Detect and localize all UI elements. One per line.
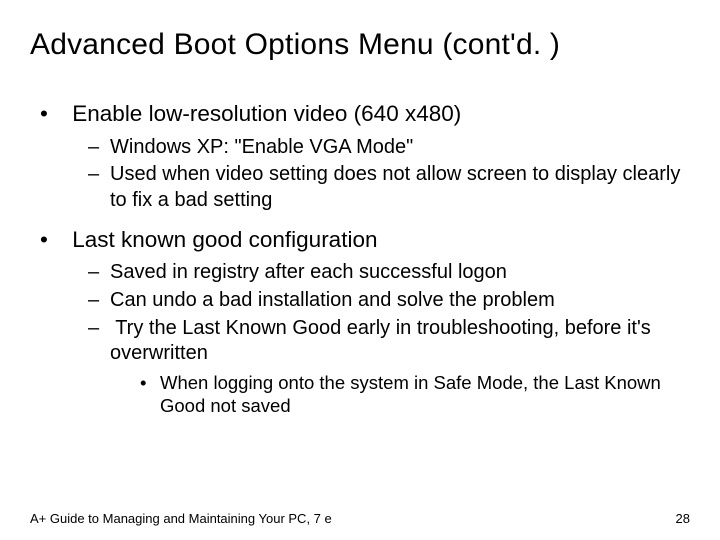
bullet-list-level1: Enable low-resolution video (640 x480) W… <box>40 100 690 418</box>
list-item: Can undo a bad installation and solve th… <box>88 288 690 314</box>
bullet-text: Try the Last Known Good early in trouble… <box>110 317 651 365</box>
bullet-text: Enable low-resolution video (640 x480) <box>72 101 461 126</box>
list-item: Try the Last Known Good early in trouble… <box>88 316 690 419</box>
slide-content: Enable low-resolution video (640 x480) W… <box>30 100 690 418</box>
footer-left: A+ Guide to Managing and Maintaining You… <box>30 511 332 526</box>
bullet-text: Last known good configuration <box>72 227 377 252</box>
bullet-text: Saved in registry after each successful … <box>110 261 507 283</box>
bullet-list-level3: When logging onto the system in Safe Mod… <box>110 371 690 418</box>
bullet-text: Windows XP: "Enable VGA Mode" <box>110 136 413 158</box>
list-item: When logging onto the system in Safe Mod… <box>140 371 690 418</box>
list-item: Last known good configuration Saved in r… <box>40 226 690 419</box>
bullet-text: Used when video setting does not allow s… <box>110 163 680 211</box>
list-item: Windows XP: "Enable VGA Mode" <box>88 135 690 161</box>
bullet-text: Can undo a bad installation and solve th… <box>110 289 555 311</box>
list-item: Used when video setting does not allow s… <box>88 162 690 213</box>
slide-title: Advanced Boot Options Menu (cont'd. ) <box>30 28 690 62</box>
slide-container: Advanced Boot Options Menu (cont'd. ) En… <box>0 0 720 540</box>
slide-footer: A+ Guide to Managing and Maintaining You… <box>30 511 690 526</box>
bullet-text: When logging onto the system in Safe Mod… <box>160 372 661 417</box>
list-item: Saved in registry after each successful … <box>88 260 690 286</box>
bullet-list-level2: Windows XP: "Enable VGA Mode" Used when … <box>40 135 690 214</box>
page-number: 28 <box>676 511 690 526</box>
list-item: Enable low-resolution video (640 x480) W… <box>40 100 690 214</box>
bullet-list-level2: Saved in registry after each successful … <box>40 260 690 418</box>
